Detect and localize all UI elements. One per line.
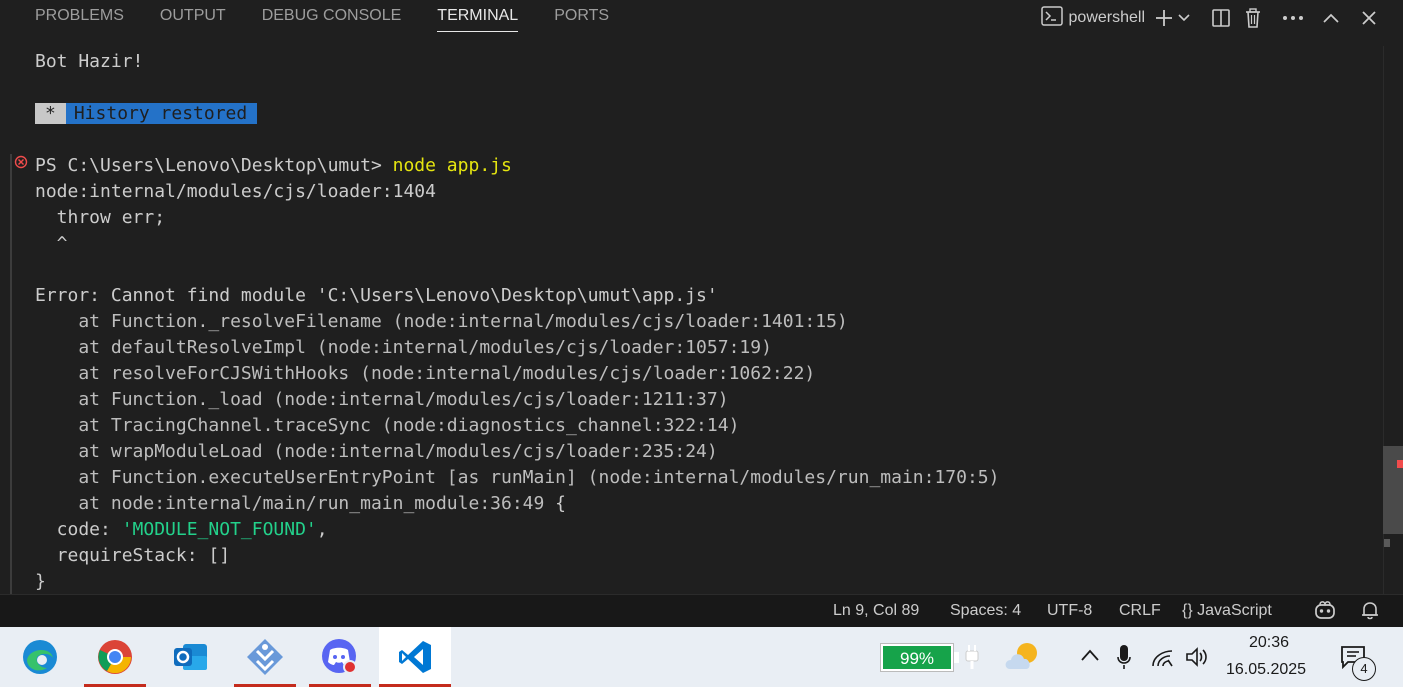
plus-icon	[1156, 10, 1172, 26]
terminal-output[interactable]: Bot Hazir! * History restored PS C:\Users…	[0, 36, 1383, 594]
stack-trace-line: at resolveForCJSWithHooks (node:internal…	[35, 363, 816, 384]
stack-trace-text: at node:internal/main/run_main_module:36…	[35, 493, 556, 514]
taskbar-network-app[interactable]	[234, 627, 296, 687]
status-bar: Ln 9, Col 89 Spaces: 4 UTF-8 CRLF {} Jav…	[0, 594, 1403, 627]
new-terminal-button[interactable]	[1153, 3, 1175, 33]
command: node app.js	[392, 155, 512, 176]
chrome-icon	[98, 640, 132, 674]
more-actions-button[interactable]	[1277, 3, 1309, 33]
edge-icon	[23, 640, 57, 674]
stack-trace-line: at TracingChannel.traceSync (node:diagno…	[35, 415, 740, 436]
language-label: JavaScript	[1197, 602, 1272, 619]
stack-trace-line: at node:internal/main/run_main_module:36…	[35, 491, 566, 517]
split-icon	[1212, 9, 1230, 27]
tab-output[interactable]: OUTPUT	[160, 0, 226, 32]
prompt-line: PS C:\Users\Lenovo\Desktop\umut> node ap…	[35, 153, 512, 179]
bell-icon[interactable]	[1360, 600, 1380, 625]
history-restored-banner: * History restored	[35, 101, 258, 127]
cursor-position[interactable]: Ln 9, Col 89	[833, 602, 919, 620]
stack-trace-line: at wrapModuleLoad (node:internal/modules…	[35, 441, 718, 462]
ellipsis-icon	[1283, 16, 1303, 20]
notification-count-badge: 4	[1352, 657, 1376, 681]
terminal-line: requireStack: []	[35, 545, 231, 566]
taskbar-outlook[interactable]	[159, 627, 221, 687]
close-icon	[1362, 11, 1376, 25]
maximize-panel-button[interactable]	[1315, 3, 1347, 33]
taskbar-vscode[interactable]	[379, 627, 451, 687]
language-mode[interactable]: {} JavaScript	[1182, 602, 1272, 620]
chevron-down-icon	[1178, 14, 1190, 22]
clock-date[interactable]: 16.05.2025	[1220, 661, 1312, 679]
scrollbar-error-marker	[1397, 460, 1403, 468]
battery-indicator[interactable]: 99%	[880, 643, 954, 672]
battery-nub	[954, 652, 959, 663]
launch-profile-dropdown[interactable]	[1175, 3, 1193, 33]
error-message-line: Error: Cannot find module 'C:\Users\Leno…	[35, 285, 718, 306]
close-panel-button[interactable]	[1353, 3, 1385, 33]
network-app-icon	[247, 639, 283, 675]
panel-tabs: PROBLEMS OUTPUT DEBUG CONSOLE TERMINAL P…	[35, 0, 645, 36]
windows-taskbar: 99% 20:36 16.05.2025 4	[0, 627, 1403, 687]
stack-trace-line: at Function._load (node:internal/modules…	[35, 389, 729, 410]
copilot-icon[interactable]	[1314, 600, 1336, 625]
code-line: code: 'MODULE_NOT_FOUND',	[35, 517, 328, 543]
terminal-line: throw err;	[35, 207, 166, 228]
tab-ports[interactable]: PORTS	[554, 0, 609, 32]
panel-actions: powershell	[1040, 0, 1403, 36]
command-gutter	[10, 154, 12, 594]
outlook-icon	[174, 644, 207, 670]
terminal-line: Bot Hazir!	[35, 51, 144, 72]
kill-terminal-button[interactable]	[1237, 3, 1269, 33]
prompt: PS C:\Users\Lenovo\Desktop\umut>	[35, 155, 393, 176]
charging-plug-icon	[962, 643, 982, 675]
clock-time[interactable]: 20:36	[1226, 634, 1312, 652]
braces-icon: {}	[1182, 602, 1193, 619]
scrollbar-marker	[1384, 539, 1390, 547]
taskbar-edge[interactable]	[9, 627, 71, 687]
volume-icon[interactable]	[1184, 645, 1210, 673]
split-terminal-button[interactable]	[1205, 3, 1237, 33]
shell-label: powershell	[1068, 9, 1145, 26]
tab-terminal[interactable]: TERMINAL	[437, 0, 519, 32]
stack-trace-line: at defaultResolveImpl (node:internal/mod…	[35, 337, 772, 358]
history-text: History restored	[65, 103, 258, 124]
code-suffix: ,	[316, 519, 328, 540]
stack-trace-line: at Function.executeUserEntryPoint [as ru…	[35, 467, 1000, 488]
line-ending[interactable]: CRLF	[1119, 602, 1161, 620]
history-star: *	[35, 103, 66, 124]
terminal-line: node:internal/modules/cjs/loader:1404	[35, 181, 436, 202]
battery-percent: 99%	[899, 649, 935, 668]
code-key: code:	[35, 519, 122, 540]
chevron-up-icon[interactable]	[1080, 647, 1100, 666]
terminal-line: }	[35, 571, 46, 592]
open-brace: {	[555, 493, 567, 514]
microphone-icon[interactable]	[1116, 643, 1132, 675]
wifi-icon[interactable]	[1150, 646, 1174, 672]
indentation[interactable]: Spaces: 4	[950, 602, 1021, 620]
terminal-shell-selector[interactable]: powershell	[1040, 6, 1145, 30]
taskbar-discord[interactable]	[309, 627, 371, 687]
discord-icon	[322, 639, 357, 674]
trash-icon	[1246, 8, 1260, 28]
vscode-icon	[399, 641, 431, 673]
weather-icon[interactable]	[1002, 639, 1044, 679]
tab-debug-console[interactable]: DEBUG CONSOLE	[262, 0, 402, 32]
terminal-line: ^	[35, 233, 68, 254]
taskbar-chrome[interactable]	[84, 627, 146, 687]
encoding[interactable]: UTF-8	[1047, 602, 1092, 620]
code-value: 'MODULE_NOT_FOUND'	[121, 519, 317, 540]
chevron-up-icon	[1323, 13, 1339, 23]
stack-trace-line: at Function._resolveFilename (node:inter…	[35, 311, 848, 332]
panel-header: PROBLEMS OUTPUT DEBUG CONSOLE TERMINAL P…	[0, 0, 1403, 36]
error-decoration-icon[interactable]	[14, 155, 28, 169]
tab-problems[interactable]: PROBLEMS	[35, 0, 124, 32]
terminal-icon	[1040, 6, 1063, 30]
